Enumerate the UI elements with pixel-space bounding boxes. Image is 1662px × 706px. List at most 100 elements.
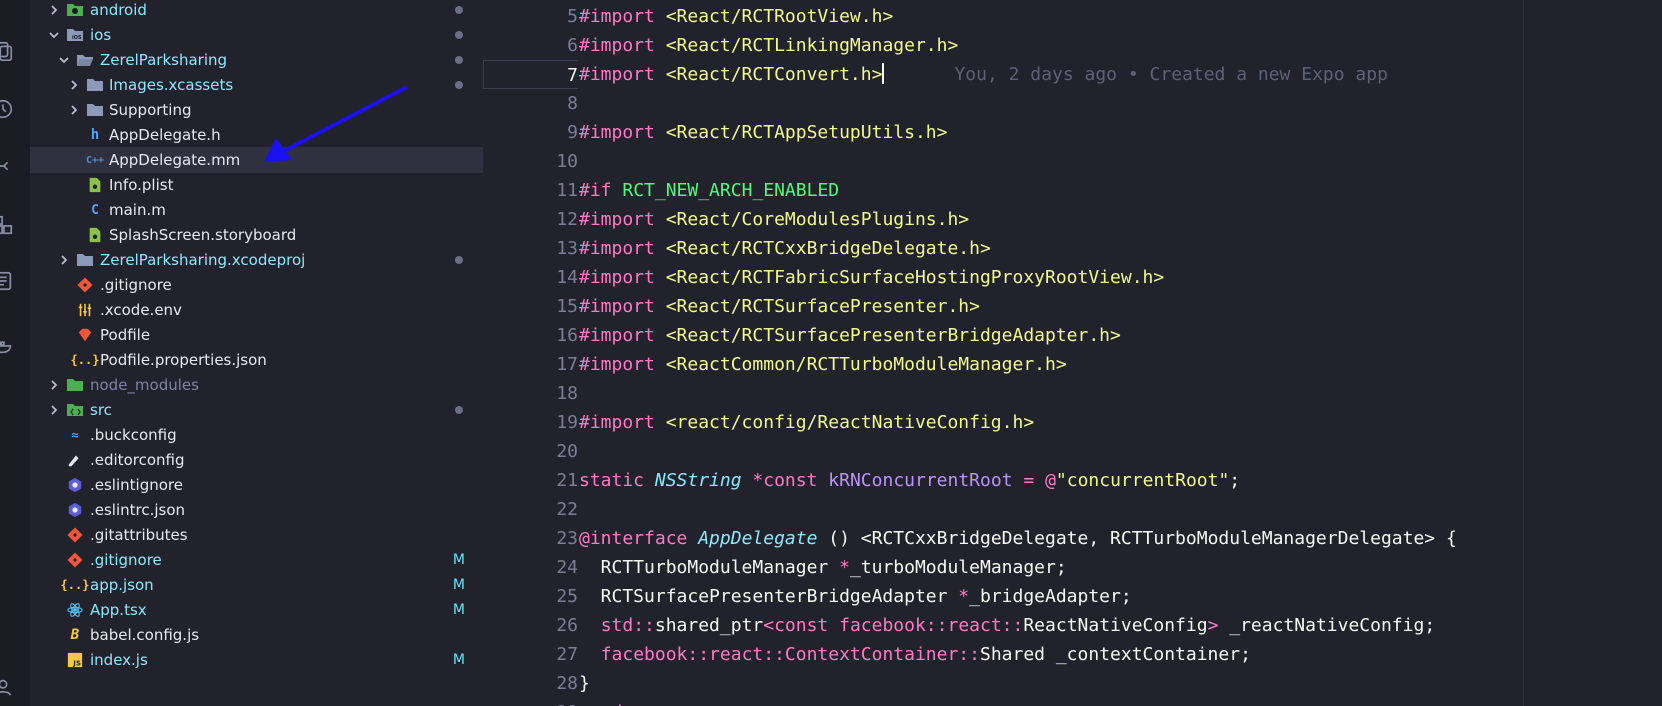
code-line[interactable]: #import <React/RCTFabricSurfaceHostingPr… — [579, 263, 1164, 292]
code-line[interactable]: #import <React/RCTSurfacePresenterBridge… — [579, 321, 1121, 350]
code-line[interactable]: #if RCT_NEW_ARCH_ENABLED — [579, 176, 839, 205]
tree-item-appdelegate-mm[interactable]: C++ AppDelegate.mm — [30, 147, 483, 173]
tree-item-ios[interactable]: iOS ios — [30, 22, 483, 48]
json-file-icon: {..} — [60, 578, 90, 592]
code-line[interactable]: #import <React/RCTCxxBridgeDelegate.h> — [579, 234, 991, 263]
tree-item-label: AppDelegate.mm — [109, 151, 241, 169]
tree-item-zerelparksharing[interactable]: ZerelParksharing — [30, 47, 483, 73]
tree-item-editorconfig[interactable]: .editorconfig — [30, 447, 483, 473]
chevron-right-icon[interactable] — [48, 404, 60, 416]
line-number: 8 — [567, 93, 578, 114]
tree-item-label: Supporting — [109, 101, 192, 119]
tree-item-app-tsx[interactable]: App.tsx M — [30, 597, 483, 623]
line-number: 9 — [567, 122, 578, 143]
babel-file-icon: B — [70, 627, 80, 643]
code-line[interactable]: #import <React/RCTLinkingManager.h> — [579, 31, 958, 60]
code-token: @end — [579, 702, 622, 706]
tree-item-buckconfig[interactable]: ≈ .buckconfig — [30, 422, 483, 448]
code-token: = — [1023, 470, 1035, 491]
line-number: 16 — [556, 325, 578, 346]
tree-item-podfile[interactable]: Podfile — [30, 322, 483, 348]
chevron-right-icon[interactable] — [68, 79, 80, 91]
modified-badge: M — [452, 602, 465, 618]
code-token: #import — [579, 209, 655, 230]
tree-item-appdelegate-h[interactable]: h AppDelegate.h — [30, 122, 483, 148]
docker-icon[interactable] — [0, 334, 14, 356]
js-file-icon: JS — [66, 651, 84, 669]
tree-item-gitattributes[interactable]: .gitattributes — [30, 522, 483, 548]
tree-item-supporting[interactable]: Supporting — [30, 97, 483, 123]
code-line[interactable]: std::shared_ptr<const facebook::react::R… — [579, 611, 1435, 640]
modified-badge: M — [452, 577, 465, 593]
source-control-icon[interactable] — [0, 155, 14, 177]
tree-item-gitignore[interactable]: .gitignore M — [30, 547, 483, 573]
code-token: shared_ptr — [654, 615, 764, 636]
code-line[interactable]: @interface AppDelegate () <RCTCxxBridgeD… — [579, 524, 1457, 553]
code-line[interactable]: RCTSurfacePresenterBridgeAdapter *_bridg… — [579, 582, 1132, 611]
tree-item-label: node_modules — [90, 376, 199, 394]
line-number: 20 — [556, 441, 578, 462]
line-number: 24 — [556, 557, 578, 578]
folder-icon — [76, 251, 94, 269]
code-token: @interface — [579, 528, 688, 549]
tree-item-android[interactable]: android — [30, 0, 483, 23]
extensions-icon[interactable] — [0, 214, 14, 236]
code-line[interactable]: #import <react/config/ReactNativeConfig.… — [579, 408, 1034, 437]
tree-item-app-json[interactable]: {..} app.json M — [30, 572, 483, 598]
chevron-right-icon[interactable] — [48, 4, 60, 16]
code-token: <const facebook::react:: — [763, 615, 1024, 636]
line-number: 12 — [556, 209, 578, 230]
change-dot — [455, 81, 463, 89]
code-line[interactable]: #import <ReactCommon/RCTTurboModuleManag… — [579, 350, 1067, 379]
code-token: #import — [579, 238, 655, 259]
code-line[interactable]: @end — [579, 698, 622, 706]
tree-item-gitignore[interactable]: .gitignore — [30, 272, 483, 298]
chevron-down-icon[interactable] — [58, 54, 70, 66]
accounts-icon[interactable] — [0, 676, 14, 698]
code-line[interactable]: facebook::react::ContextContainer::Share… — [579, 640, 1251, 669]
code-line[interactable]: RCTTurboModuleManager *_turboModuleManag… — [579, 553, 1067, 582]
tree-item-main-m[interactable]: Cmain.m — [30, 197, 483, 223]
tree-item-src[interactable]: src — [30, 397, 483, 423]
tree-item-podfile-properties-json[interactable]: {..} Podfile.properties.json — [30, 347, 483, 373]
tree-item-index-js[interactable]: JS index.js M — [30, 647, 483, 673]
tree-item-label: .gitattributes — [90, 526, 188, 544]
code-line[interactable]: static NSString *const kRNConcurrentRoot… — [579, 466, 1240, 495]
code-line[interactable]: } — [579, 669, 590, 698]
tree-item-eslintrc-json[interactable]: .eslintrc.json — [30, 497, 483, 523]
code-token: <React/RCTSurfacePresenterBridgeAdapter.… — [665, 325, 1121, 346]
chevron-right-icon[interactable] — [58, 254, 70, 266]
code-line[interactable]: #import <React/CoreModulesPlugins.h> — [579, 205, 969, 234]
chevron-right-icon[interactable] — [48, 379, 60, 391]
code-line[interactable]: #import <React/RCTAppSetupUtils.h> — [579, 118, 947, 147]
storyboard-file-icon — [86, 226, 104, 244]
code-line[interactable]: #import <React/RCTRootView.h> — [579, 2, 893, 31]
code-line[interactable]: #import <React/RCTSurfacePresenter.h> — [579, 292, 980, 321]
tree-item-images-xcassets[interactable]: Images.xcassets — [30, 72, 483, 98]
chevron-right-icon[interactable] — [68, 104, 80, 116]
code-line[interactable]: #import <React/RCTConvert.h> You, 2 days … — [579, 60, 1388, 89]
code-token: <React/RCTRootView.h> — [665, 6, 894, 27]
git-file-icon — [66, 551, 84, 569]
tree-item-babel-config-js[interactable]: Bbabel.config.js — [30, 622, 483, 648]
folder-icon — [66, 1, 84, 19]
tree-item-zerelparksharing-xcodeproj[interactable]: ZerelParksharing.xcodeproj — [30, 247, 483, 273]
run-debug-icon[interactable] — [0, 98, 14, 120]
svg-text:JS: JS — [72, 658, 81, 667]
code-token: Shared _contextContainer; — [979, 644, 1251, 665]
tree-item-info-plist[interactable]: Info.plist — [30, 172, 483, 198]
remote-explorer-icon[interactable] — [0, 270, 14, 292]
explorer-icon[interactable] — [0, 40, 14, 62]
tree-item-node-modules[interactable]: node_modules — [30, 372, 483, 398]
tree-item-splashscreen-storyboard[interactable]: SplashScreen.storyboard — [30, 222, 483, 248]
code-editor[interactable]: 5 #import <React/RCTRootView.h> 6 #import <… — [483, 0, 1662, 706]
tree-item-eslintignore[interactable]: .eslintignore — [30, 472, 483, 498]
chevron-down-icon[interactable] — [48, 29, 60, 41]
tree-item-xcode-env[interactable]: .xcode.env — [30, 297, 483, 323]
